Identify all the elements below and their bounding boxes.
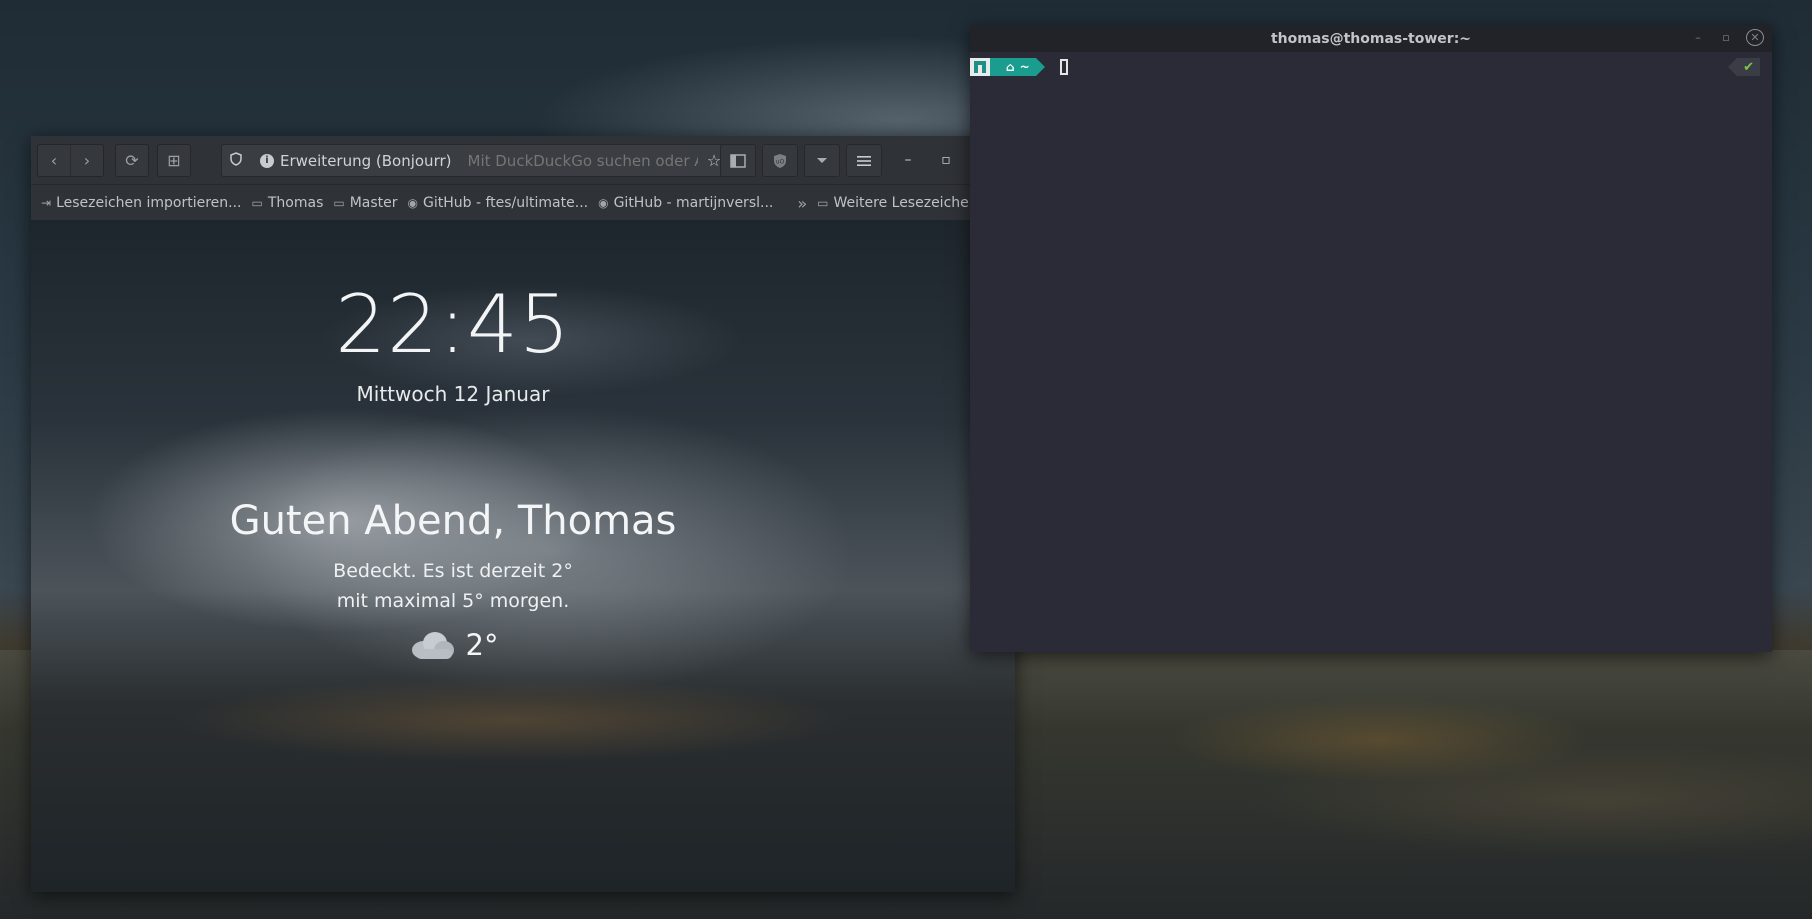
terminal-window-controls: – ▫ ✕ (1690, 29, 1764, 46)
new-tab-group: ⊞ (157, 144, 191, 177)
bookmark-label: GitHub - martijnversl... (613, 195, 774, 211)
bookmark-other-folder[interactable]: ▭ Weitere Lesezeichen (817, 195, 977, 211)
folder-icon: ▭ (333, 196, 345, 210)
info-icon[interactable]: i (260, 153, 274, 168)
bookmark-folder-thomas[interactable]: ▭ Thomas (252, 195, 324, 211)
back-button[interactable]: ‹ (38, 145, 71, 176)
bookmark-label: Thomas (267, 195, 324, 211)
desktop: ‹ › ⟳ ⊞ i Erweiterung (Bonjourr) Mit Duc… (0, 0, 1812, 919)
cloud-icon (411, 632, 454, 659)
weather-current: 2° (31, 628, 875, 662)
weather-line-current: Bedeckt. Es ist derzeit 2° (333, 560, 573, 582)
new-tab-page: 22:45 Mittwoch 12 Januar Guten Abend, Th… (31, 220, 1015, 892)
status-ok-icon: ✔ (1737, 58, 1760, 76)
reload-button[interactable]: ⟳ (116, 145, 148, 176)
folder-icon: ▭ (251, 196, 263, 210)
github-icon: ◉ (598, 196, 609, 210)
minimize-button[interactable]: – (896, 144, 920, 175)
github-icon: ◉ (407, 196, 419, 210)
toolbar-extensions: uO (720, 144, 882, 177)
forward-icon: › (83, 151, 91, 170)
reload-group: ⟳ (115, 144, 149, 177)
bookmark-import[interactable]: ⇥ Lesezeichen importieren... (41, 195, 242, 211)
chevron-down-icon[interactable] (804, 144, 840, 177)
ublock-icon[interactable]: uO (762, 144, 798, 177)
bookmarks-overflow-icon[interactable]: » (797, 194, 807, 213)
sidebar-icon[interactable] (720, 144, 756, 177)
back-icon: ‹ (50, 151, 58, 170)
url-bar[interactable]: i Erweiterung (Bonjourr) ☆ (221, 144, 729, 177)
url-extension-label: Erweiterung (Bonjourr) (280, 151, 452, 170)
nav-back-forward: ‹ › (37, 144, 104, 177)
bookmark-label: Master (349, 195, 398, 211)
browser-window: ‹ › ⟳ ⊞ i Erweiterung (Bonjourr) Mit Duc… (31, 136, 1015, 892)
reload-icon: ⟳ (125, 151, 139, 170)
folder-icon: ▭ (817, 196, 829, 210)
maximize-button[interactable]: ▫ (934, 144, 958, 175)
clock-time: 22:45 (335, 278, 571, 371)
weather-description: Bedeckt. Es ist derzeit 2° mit maximal 5… (31, 556, 875, 616)
distro-logo-icon (970, 58, 999, 76)
bookmark-github-martijn[interactable]: ◉ GitHub - martijnversl... (598, 195, 773, 211)
svg-text:uO: uO (776, 158, 785, 165)
bookmark-label: Lesezeichen importieren... (56, 195, 242, 211)
right-prompt-status: ✔ (1728, 58, 1760, 76)
terminal-cursor (1059, 59, 1068, 75)
terminal-title: thomas@thomas-tower:~ (1270, 30, 1472, 47)
browser-toolbar: ‹ › ⟳ ⊞ i Erweiterung (Bonjourr) Mit Duc… (31, 136, 1015, 184)
prompt-directory: ~ (1019, 60, 1030, 74)
browser-window-controls: – ▫ (896, 144, 958, 175)
terminal-titlebar[interactable]: thomas@thomas-tower:~ – ▫ ✕ (970, 25, 1772, 52)
terminal-body[interactable]: ⌂ ~ ✔ (970, 52, 1772, 652)
new-tab-button[interactable]: ⊞ (158, 145, 190, 176)
bookmark-folder-master[interactable]: ▭ Master (333, 195, 397, 211)
terminal-close-button[interactable]: ✕ (1746, 29, 1764, 46)
weather-line-forecast: mit maximal 5° morgen. (336, 590, 570, 612)
right-prompt-arrow (1728, 58, 1738, 76)
clock-date: Mittwoch 12 Januar (356, 382, 550, 406)
url-input[interactable] (465, 150, 700, 171)
terminal-window: thomas@thomas-tower:~ – ▫ ✕ ⌂ ~ ✔ (970, 25, 1772, 652)
shield-icon[interactable] (222, 151, 250, 170)
terminal-minimize-button[interactable]: – (1690, 31, 1706, 44)
new-tab-icon: ⊞ (167, 151, 181, 170)
import-icon: ⇥ (41, 196, 52, 210)
bookmark-github-ftes[interactable]: ◉ GitHub - ftes/ultimate... (408, 195, 589, 211)
bookmark-label: Weitere Lesezeichen (833, 195, 978, 211)
greeting-text: Guten Abend, Thomas (229, 498, 677, 544)
menu-icon[interactable] (846, 144, 882, 177)
home-icon: ⌂ (1006, 60, 1015, 74)
temperature: 2° (465, 628, 499, 662)
terminal-restore-button[interactable]: ▫ (1718, 31, 1734, 44)
bookmarks-bar: ⇥ Lesezeichen importieren... ▭ Thomas ▭ … (31, 184, 1015, 221)
bookmark-label: GitHub - ftes/ultimate... (423, 195, 589, 211)
shell-prompt: ⌂ ~ (970, 58, 1068, 76)
forward-button[interactable]: › (71, 145, 103, 176)
prompt-directory-segment: ⌂ ~ (990, 58, 1045, 76)
